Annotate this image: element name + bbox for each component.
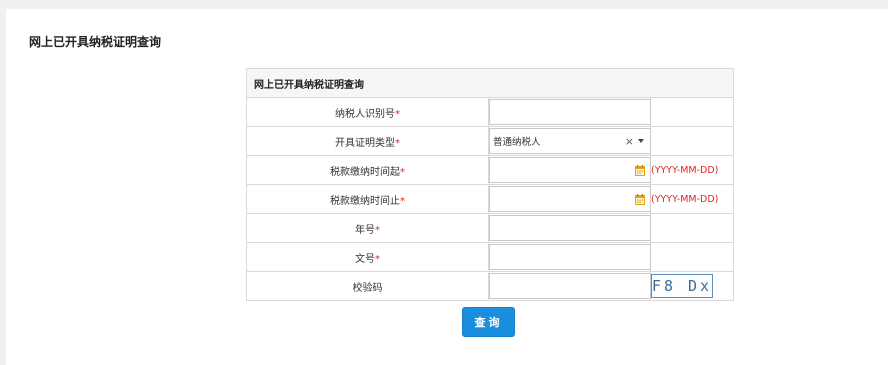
date-format-hint: (YYYY-MM-DD)	[651, 193, 719, 205]
year-number-label-text: 年号	[355, 224, 375, 236]
document-number-label: 文号*	[246, 242, 489, 272]
year-number-label: 年号*	[246, 213, 489, 243]
form-row-taxpayer-id: 纳税人识别号*	[246, 97, 735, 127]
required-mark: *	[395, 137, 400, 149]
query-form-table: 网上已开具纳税证明查询 纳税人识别号* 开具证明类型* 普通纳税人 × 税款缴纳…	[245, 68, 735, 301]
required-mark: *	[375, 253, 380, 265]
taxpayer-id-label: 纳税人识别号*	[246, 97, 489, 127]
certificate-type-label: 开具证明类型*	[246, 126, 489, 156]
year-number-input[interactable]	[489, 215, 651, 241]
form-caption: 网上已开具纳税证明查询	[245, 68, 735, 98]
certificate-type-select[interactable]: 普通纳税人 ×	[489, 128, 651, 154]
taxpayer-id-input[interactable]	[489, 99, 651, 125]
payment-end-label: 税款缴纳时间止*	[246, 184, 489, 214]
date-format-hint: (YYYY-MM-DD)	[651, 164, 719, 176]
calendar-icon[interactable]	[635, 194, 645, 205]
chevron-down-icon[interactable]	[638, 139, 644, 143]
required-mark: *	[375, 224, 380, 236]
required-mark: *	[400, 195, 405, 207]
calendar-icon[interactable]	[635, 165, 645, 176]
required-mark: *	[400, 166, 405, 178]
form-row-payment-start: 税款缴纳时间起* (YYYY-MM-DD)	[246, 155, 735, 185]
form-row-year-number: 年号*	[246, 213, 735, 243]
clear-selection-icon[interactable]: ×	[625, 135, 634, 148]
payment-start-label: 税款缴纳时间起*	[246, 155, 489, 185]
required-mark: *	[395, 108, 400, 120]
page-panel: 网上已开具纳税证明查询 网上已开具纳税证明查询 纳税人识别号* 开具证明类型* …	[6, 9, 888, 365]
certificate-type-label-text: 开具证明类型	[335, 137, 395, 149]
payment-end-date-input[interactable]	[489, 186, 651, 212]
form-row-verification-code: 校验码 F8 Dx	[246, 271, 735, 301]
query-button[interactable]: 查询	[462, 307, 515, 337]
page-title: 网上已开具纳税证明查询	[29, 35, 162, 49]
certificate-type-selected-value: 普通纳税人	[493, 137, 541, 148]
verification-code-label: 校验码	[246, 271, 489, 301]
payment-start-date-input[interactable]	[489, 157, 651, 183]
document-number-input[interactable]	[489, 244, 651, 270]
payment-start-label-text: 税款缴纳时间起	[330, 166, 400, 178]
form-row-document-number: 文号*	[246, 242, 735, 272]
document-number-label-text: 文号	[355, 253, 375, 265]
verification-code-input[interactable]	[489, 273, 651, 299]
payment-end-label-text: 税款缴纳时间止	[330, 195, 400, 207]
taxpayer-id-label-text: 纳税人识别号	[335, 108, 395, 120]
form-row-payment-end: 税款缴纳时间止* (YYYY-MM-DD)	[246, 184, 735, 214]
captcha-image[interactable]: F8 Dx	[651, 274, 713, 298]
form-row-certificate-type: 开具证明类型* 普通纳税人 ×	[246, 126, 735, 156]
